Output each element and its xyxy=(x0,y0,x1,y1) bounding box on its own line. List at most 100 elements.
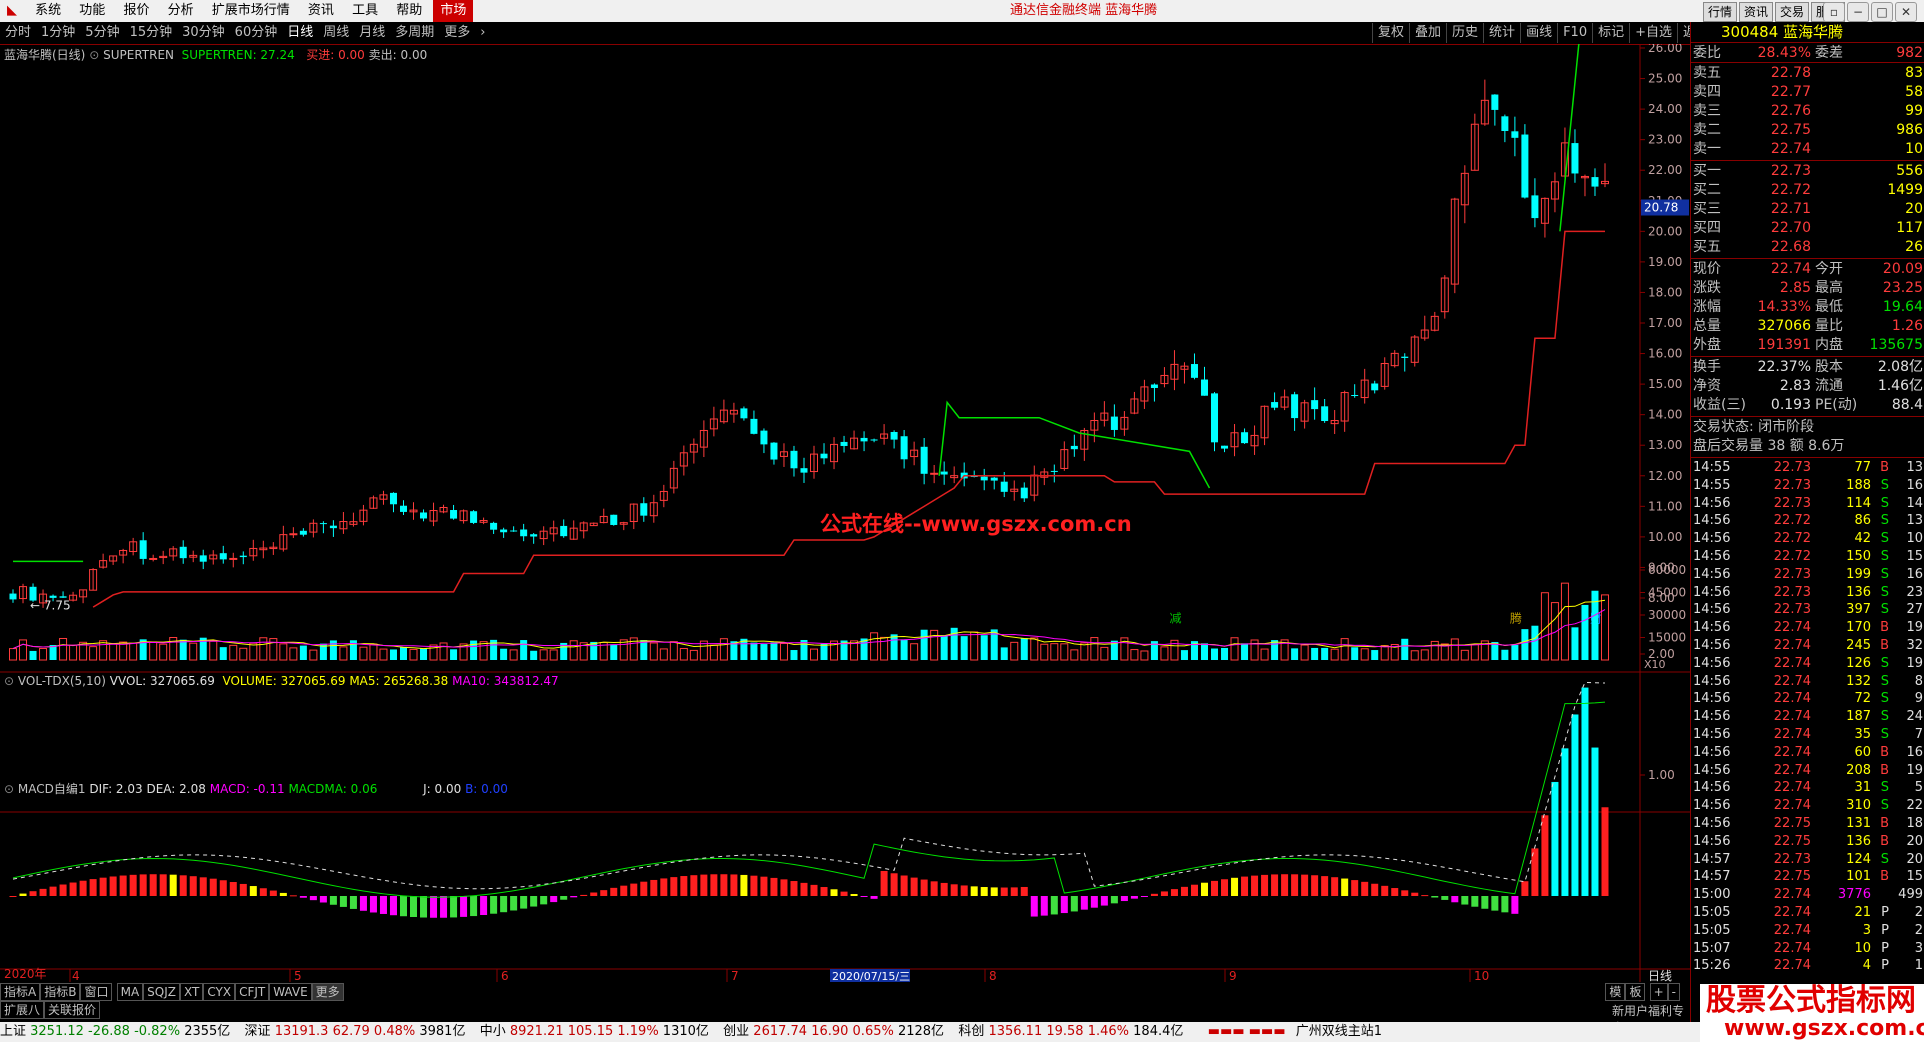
menu-news[interactable]: 资讯 xyxy=(301,0,341,22)
trade-button[interactable]: 交易 xyxy=(1775,2,1810,22)
macd-bar xyxy=(89,879,97,896)
overlay-button[interactable]: 叠加 xyxy=(1409,23,1446,43)
vol-indicator-name[interactable]: VOL-TDX(5,10) xyxy=(18,674,106,688)
menu-ext-market[interactable]: 扩展市场行情 xyxy=(205,0,297,22)
tick-row: 14:56 22.73 114 S 14 xyxy=(1693,495,1923,511)
index-ticker[interactable]: 上证 3251.12 -26.88 -0.82% 2355亿 xyxy=(0,1024,239,1039)
menu-quote[interactable]: 报价 xyxy=(116,0,156,22)
close-icon[interactable]: ✕ xyxy=(1895,2,1917,22)
template-button-2[interactable]: 板 xyxy=(1625,983,1646,1001)
tab-more[interactable]: 更多 xyxy=(311,983,344,1001)
tab-xt[interactable]: XT xyxy=(180,983,204,1001)
period-tab[interactable]: 月线 xyxy=(354,22,390,44)
market-button[interactable]: 行情 xyxy=(1703,2,1738,22)
macd-bar xyxy=(690,875,698,896)
indicator-name[interactable]: SUPERTREN xyxy=(103,48,174,62)
macd-bar xyxy=(540,896,548,905)
volume-bar-down xyxy=(219,647,227,660)
period-tab-selected[interactable]: 日线 xyxy=(282,22,318,44)
supertrend-up-line xyxy=(92,230,1605,608)
index-ticker[interactable]: 科创 1356.11 19.58 1.46% 184.4亿 xyxy=(958,1024,1191,1039)
price-tick-label: 22.00 xyxy=(1648,163,1682,177)
volume-bar-up xyxy=(719,638,728,661)
restore-icon[interactable]: ▫ xyxy=(1823,2,1845,22)
volume-bar-down xyxy=(450,649,458,660)
macd-bar xyxy=(730,874,738,896)
stats-button[interactable]: 统计 xyxy=(1483,23,1520,43)
tab-ma[interactable]: MA xyxy=(116,983,144,1001)
candle-down xyxy=(870,439,878,441)
period-more-tab[interactable]: 更多 xyxy=(439,22,475,44)
index-ticker[interactable]: 中小 8921.21 105.15 1.19% 1310亿 xyxy=(480,1024,717,1039)
volume-bar-up xyxy=(779,642,788,661)
mark-button[interactable]: 标记 xyxy=(1592,23,1629,43)
macd-indicator-name[interactable]: MACD自编1 xyxy=(18,782,86,796)
macd-bar xyxy=(800,882,808,896)
f10-button[interactable]: F10 xyxy=(1557,23,1592,43)
vol-tick-label: 45000 xyxy=(1648,586,1686,600)
volume-bar-up xyxy=(569,640,578,661)
server-name[interactable]: 广州双线主站1 xyxy=(1296,1024,1382,1039)
menu-function[interactable]: 功能 xyxy=(72,0,112,22)
period-tab[interactable]: 分时 xyxy=(0,22,36,44)
zoom-out-button[interactable]: - xyxy=(1667,983,1680,1001)
chevron-right-icon[interactable]: › xyxy=(475,22,490,44)
settings-icon[interactable]: ⊙ xyxy=(4,674,14,688)
tick-row: 14:56 22.74 245 B 32 xyxy=(1693,638,1923,653)
candle-down xyxy=(510,530,518,532)
menu-analysis[interactable]: 分析 xyxy=(161,0,201,22)
news-button[interactable]: 资讯 xyxy=(1739,2,1774,22)
tab-indicator-a[interactable]: 指标A xyxy=(0,983,41,1001)
menu-help[interactable]: 帮助 xyxy=(389,0,429,22)
minimize-icon[interactable]: − xyxy=(1847,2,1869,22)
tick-row: 14:57 22.75 101 B 15 xyxy=(1693,869,1923,885)
period-tab[interactable]: 30分钟 xyxy=(177,22,230,44)
period-tab[interactable]: 60分钟 xyxy=(230,22,283,44)
volume-bar-down xyxy=(1291,648,1299,660)
macd-bar xyxy=(1221,879,1229,896)
period-tab[interactable]: 5分钟 xyxy=(80,22,124,44)
tab-sqjz[interactable]: SQJZ xyxy=(143,983,180,1001)
price-tick-label: 19.00 xyxy=(1648,255,1682,269)
index-ticker[interactable]: 深证 13191.3 62.79 0.48% 3981亿 xyxy=(245,1024,474,1039)
template-button[interactable]: 模 xyxy=(1605,983,1626,1001)
sell-value: 卖出: 0.00 xyxy=(368,48,428,62)
app-logo-icon[interactable]: ◣ xyxy=(0,0,24,22)
volume-bar-down xyxy=(1571,627,1579,660)
macd-bar xyxy=(610,887,618,896)
tab-cyx[interactable]: CYX xyxy=(203,983,236,1001)
settings-icon[interactable]: ⊙ xyxy=(89,48,99,62)
tick-row: 15:26 22.74 4 P 1 xyxy=(1693,958,1923,974)
period-tab[interactable]: 15分钟 xyxy=(125,22,178,44)
settings-icon[interactable]: ⊙ xyxy=(4,782,14,796)
volume-bar-up xyxy=(19,639,28,661)
period-tab[interactable]: 1分钟 xyxy=(36,22,80,44)
candle-down xyxy=(1401,356,1409,358)
tab-ext-eight[interactable]: 扩展八 xyxy=(0,1001,45,1019)
maximize-icon[interactable]: □ xyxy=(1871,2,1893,22)
macd-bar xyxy=(1601,807,1609,896)
period-tab[interactable]: 周线 xyxy=(318,22,354,44)
add-watchlist-button[interactable]: +自选 xyxy=(1629,23,1677,43)
main-legend: 蓝海华腾(日线) ⊙ SUPERTREN SUPERTREN: 27.24 买进… xyxy=(4,46,427,63)
tab-indicator-b[interactable]: 指标B xyxy=(40,983,81,1001)
index-ticker[interactable]: 创业 2617.74 16.90 0.65% 2128亿 xyxy=(723,1024,952,1039)
volume-bar-up xyxy=(1460,649,1469,661)
tab-window[interactable]: 窗口 xyxy=(80,983,113,1001)
history-button[interactable]: 历史 xyxy=(1446,23,1483,43)
period-tab[interactable]: 多周期 xyxy=(390,22,439,44)
volume-bar-up xyxy=(669,641,678,661)
menu-market[interactable]: 市场 xyxy=(433,0,474,22)
adjust-button[interactable]: 复权 xyxy=(1372,23,1409,43)
volume-bar-up xyxy=(109,642,118,661)
draw-button[interactable]: 画线 xyxy=(1520,23,1557,43)
tab-related-quote[interactable]: 关联报价 xyxy=(44,1001,101,1019)
zoom-in-button[interactable]: + xyxy=(1649,983,1668,1001)
menu-system[interactable]: 系统 xyxy=(28,0,68,22)
tab-wave[interactable]: WAVE xyxy=(269,983,312,1001)
tab-cfjt[interactable]: CFJT xyxy=(235,983,270,1001)
macd-bar xyxy=(830,889,838,896)
macd-bar xyxy=(319,896,327,903)
menu-tools[interactable]: 工具 xyxy=(345,0,385,22)
volume-bar-down xyxy=(1221,647,1229,660)
